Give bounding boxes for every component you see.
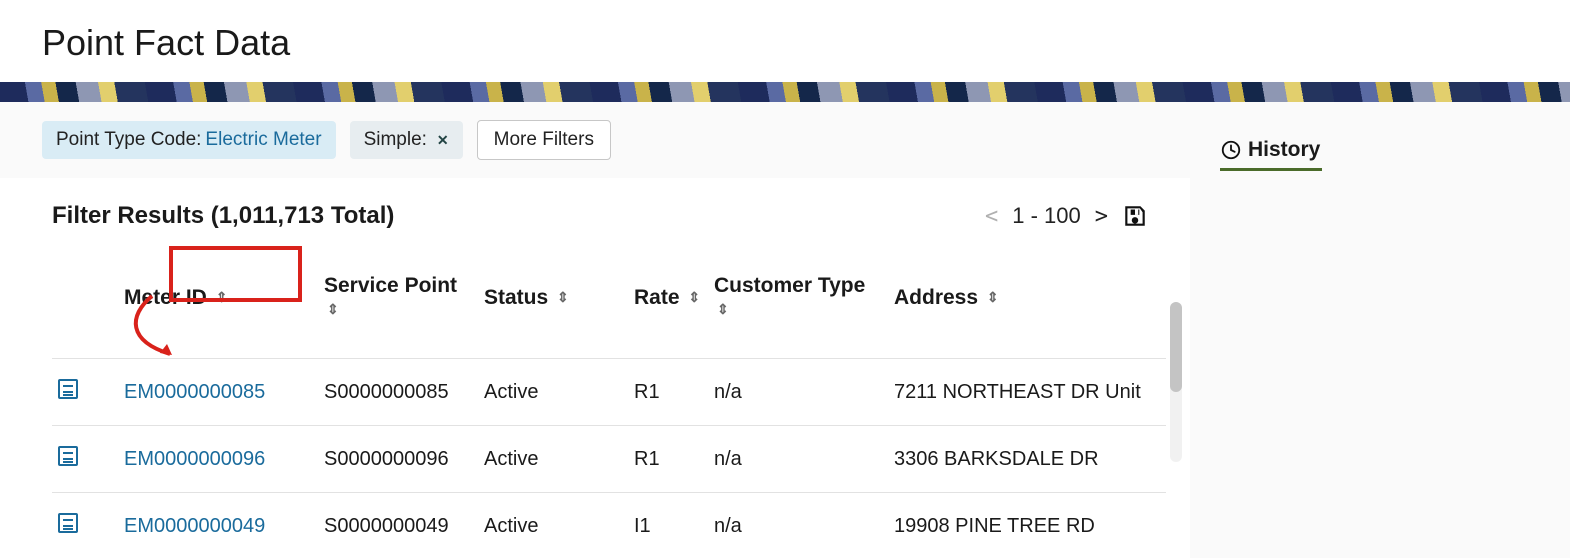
col-header-meter-id[interactable]: Meter ID ⇕ (118, 246, 318, 359)
address-cell: 3306 BARKSDALE DR (888, 426, 1166, 493)
service-point-cell: S0000000049 (318, 493, 478, 560)
filter-bar: Point Type Code: Electric Meter Simple: … (0, 102, 1190, 178)
rate-cell: R1 (628, 426, 708, 493)
sort-icon: ⇕ (717, 302, 729, 316)
address-cell: 7211 NORTHEAST DR Unit (888, 359, 1166, 426)
sort-icon: ⇕ (216, 290, 228, 304)
results-heading: Filter Results (1,011,713 Total) (52, 202, 394, 230)
pager-range: 1 - 100 (1012, 203, 1081, 229)
scrollbar-thumb[interactable] (1170, 302, 1182, 392)
close-icon[interactable]: ✕ (437, 132, 449, 149)
meter-id-link[interactable]: EM0000000096 (118, 426, 318, 493)
clock-icon (1220, 139, 1242, 161)
history-tab[interactable]: History (1220, 136, 1322, 171)
pager-prev[interactable]: < (985, 204, 998, 229)
vertical-scrollbar[interactable] (1170, 302, 1182, 462)
col-header-status[interactable]: Status ⇕ (478, 246, 628, 359)
filter-chip-point-type-code[interactable]: Point Type Code: Electric Meter (42, 121, 336, 159)
customer-type-cell: n/a (708, 493, 888, 560)
col-header-rate[interactable]: Rate ⇕ (628, 246, 708, 359)
col-header-customer-type[interactable]: Customer Type ⇕ (708, 246, 888, 359)
rate-cell: I1 (628, 493, 708, 560)
pager-next[interactable]: > (1095, 204, 1108, 229)
col-header-address[interactable]: Address ⇕ (888, 246, 1166, 359)
service-point-cell: S0000000096 (318, 426, 478, 493)
page-title: Point Fact Data (42, 22, 1570, 64)
results-table: Meter ID ⇕ Service Point ⇕ Status ⇕ (52, 246, 1166, 559)
table-row: EM0000000085 S0000000085 Active R1 n/a 7… (52, 359, 1166, 426)
sort-icon: ⇕ (987, 290, 999, 304)
filter-chip-simple[interactable]: Simple: ✕ (350, 121, 463, 159)
sort-icon: ⇕ (688, 290, 700, 304)
rate-cell: R1 (628, 359, 708, 426)
detail-icon[interactable] (58, 513, 78, 533)
meter-id-link[interactable]: EM0000000085 (118, 359, 318, 426)
decorative-banner (0, 82, 1570, 102)
sort-icon: ⇕ (327, 302, 339, 316)
chip-label: Simple: (364, 129, 427, 151)
history-tab-label: History (1248, 138, 1320, 162)
sort-icon: ⇕ (557, 290, 569, 304)
customer-type-cell: n/a (708, 426, 888, 493)
col-header-service-point[interactable]: Service Point ⇕ (318, 246, 478, 359)
pager: < 1 - 100 > (985, 203, 1148, 229)
status-cell: Active (478, 493, 628, 560)
table-row: EM0000000049 S0000000049 Active I1 n/a 1… (52, 493, 1166, 560)
more-filters-button[interactable]: More Filters (477, 120, 611, 160)
detail-icon[interactable] (58, 379, 78, 399)
address-cell: 19908 PINE TREE RD (888, 493, 1166, 560)
chip-label: Point Type Code: (56, 129, 201, 151)
customer-type-cell: n/a (708, 359, 888, 426)
status-cell: Active (478, 426, 628, 493)
chip-value: Electric Meter (205, 129, 321, 151)
status-cell: Active (478, 359, 628, 426)
detail-icon[interactable] (58, 446, 78, 466)
save-icon[interactable] (1122, 203, 1148, 229)
meter-id-link[interactable]: EM0000000049 (118, 493, 318, 560)
table-row: EM0000000096 S0000000096 Active R1 n/a 3… (52, 426, 1166, 493)
service-point-cell: S0000000085 (318, 359, 478, 426)
